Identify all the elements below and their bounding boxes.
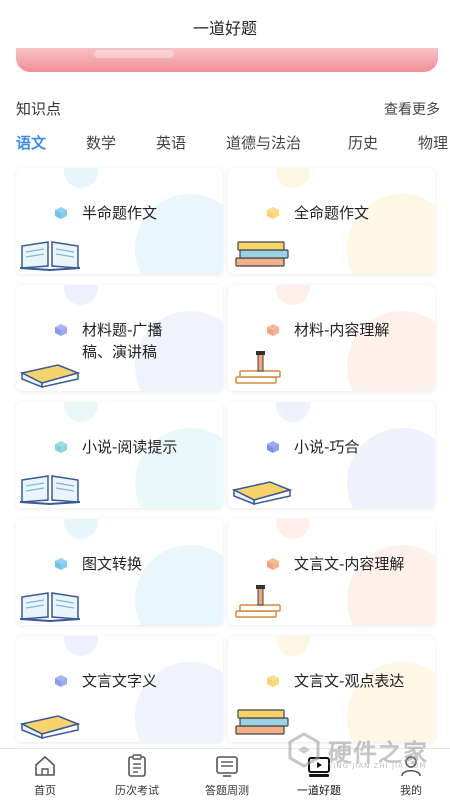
- nav-label: 一道好题: [297, 784, 341, 797]
- topic-label: 材料-内容理解: [294, 321, 390, 339]
- closed-book-icon: [230, 466, 294, 506]
- book-stack-icon: [230, 700, 294, 740]
- topic-card[interactable]: 小说-阅读提示: [16, 402, 223, 508]
- view-more-link[interactable]: 查看更多: [384, 99, 440, 119]
- cube-icon: [54, 556, 68, 570]
- cube-icon: [54, 673, 68, 687]
- closed-book-icon: [18, 349, 82, 389]
- topic-label: 半命题作文: [82, 204, 158, 222]
- topic-card[interactable]: 材料-内容理解: [228, 285, 435, 391]
- tab-history[interactable]: 历史: [348, 132, 378, 153]
- topic-label: 全命题作文: [294, 204, 370, 222]
- clipboard-icon: [128, 754, 146, 777]
- tab-math[interactable]: 数学: [86, 132, 116, 153]
- topic-card[interactable]: 材料题-广播稿、演讲稿: [16, 285, 223, 391]
- banner-decoration: [94, 50, 174, 58]
- cube-icon: [54, 322, 68, 336]
- closed-book-icon: [18, 700, 82, 740]
- tab-morality-law[interactable]: 道德与法治: [226, 132, 301, 153]
- topic-card[interactable]: 全命题作文: [228, 168, 435, 274]
- topic-card[interactable]: 小说-巧合: [228, 402, 435, 508]
- bottom-navigation: 首页 历次考试 答题周测 一道好题 我的: [0, 748, 450, 800]
- nav-label: 答题周测: [205, 784, 249, 797]
- topic-label: 图文转换: [82, 555, 143, 573]
- topic-label: 材料题-广播稿、演讲稿: [82, 321, 163, 361]
- topic-card[interactable]: 文言文-内容理解: [228, 519, 435, 625]
- topic-label: 文言文-内容理解: [294, 555, 405, 573]
- nav-home[interactable]: 首页: [5, 753, 85, 798]
- open-book-icon: [18, 466, 82, 506]
- user-icon: [401, 756, 421, 777]
- nav-weekly-quiz[interactable]: 答题周测: [187, 753, 267, 798]
- topic-label: 文言文字义: [82, 672, 158, 690]
- topic-label: 文言文-观点表达: [294, 672, 405, 690]
- cube-icon: [266, 205, 280, 219]
- topic-card[interactable]: 文言文-观点表达: [228, 636, 435, 742]
- nav-label: 历次考试: [115, 784, 159, 797]
- topic-card[interactable]: 半命题作文: [16, 168, 223, 274]
- topic-label: 小说-阅读提示: [82, 438, 178, 456]
- cube-icon: [266, 673, 280, 687]
- tab-physics[interactable]: 物理: [418, 132, 448, 153]
- tab-english[interactable]: 英语: [156, 132, 186, 153]
- tab-chinese[interactable]: 语文: [16, 132, 46, 153]
- cube-icon: [266, 556, 280, 570]
- cube-icon: [266, 322, 280, 336]
- nav-label: 我的: [400, 784, 422, 797]
- nav-past-exams[interactable]: 历次考试: [97, 753, 177, 798]
- nav-profile[interactable]: 我的: [371, 753, 450, 798]
- cube-icon: [266, 439, 280, 453]
- nav-good-question[interactable]: 一道好题: [279, 753, 359, 798]
- section-title: 知识点: [16, 100, 62, 118]
- books-pencil-icon: [230, 349, 294, 389]
- open-book-icon: [18, 583, 82, 623]
- open-book-icon: [18, 232, 82, 272]
- books-pencil-icon: [230, 583, 294, 623]
- knowledge-section-header: 知识点 查看更多: [16, 98, 440, 119]
- home-icon: [35, 755, 55, 776]
- topic-label: 小说-巧合: [294, 438, 360, 456]
- topic-card[interactable]: 图文转换: [16, 519, 223, 625]
- page-title: 一道好题: [192, 19, 257, 38]
- topic-card[interactable]: 文言文字义: [16, 636, 223, 742]
- cube-icon: [54, 439, 68, 453]
- cube-icon: [54, 205, 68, 219]
- app-header: 一道好题: [0, 0, 450, 54]
- top-banner[interactable]: [16, 48, 438, 72]
- nav-label: 首页: [34, 784, 56, 797]
- book-stack-icon: [230, 232, 294, 272]
- subject-tabs: 语文 数学 英语 道德与法治 历史 物理: [0, 130, 450, 158]
- quiz-icon: [216, 756, 238, 777]
- video-icon: [308, 757, 330, 777]
